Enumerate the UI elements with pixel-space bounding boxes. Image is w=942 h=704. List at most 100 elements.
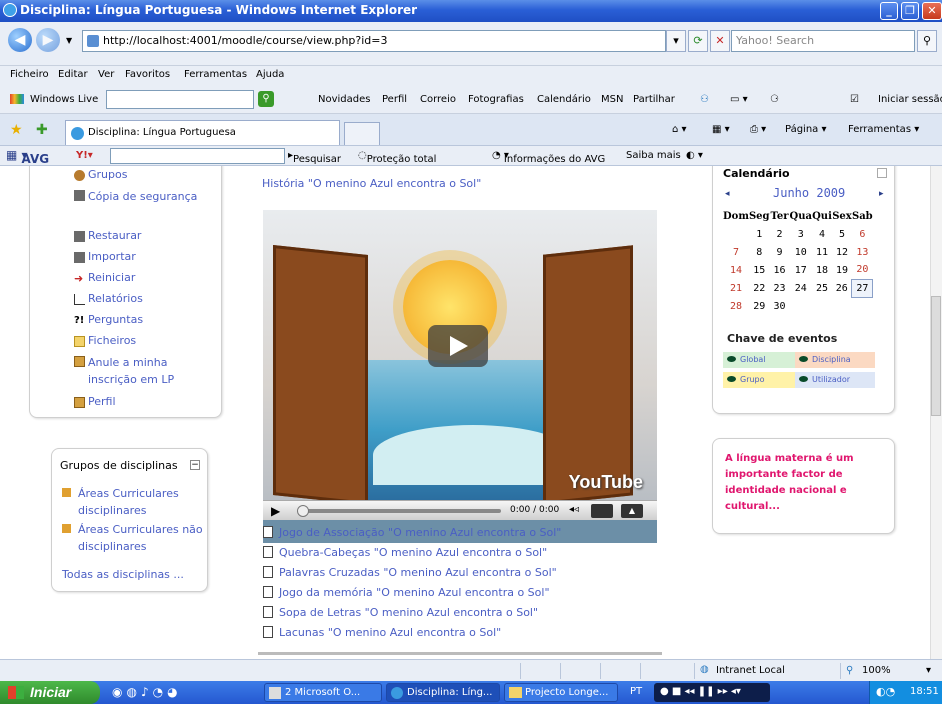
address-dropdown-icon[interactable]: ▾ <box>666 30 686 52</box>
avg-logo[interactable]: ▦ AVG ▾ <box>6 148 49 166</box>
history-dropdown-icon[interactable]: ▼ <box>66 36 72 45</box>
live-link-calendario[interactable]: Calendário <box>537 94 591 105</box>
video-play-overlay-icon[interactable] <box>428 325 488 367</box>
resource-link[interactable]: Jogo de Associação "O menino Azul encont… <box>263 526 561 539</box>
avg-search-input[interactable] <box>110 148 285 164</box>
media-player-bar[interactable]: ● ■ ◂◂ ❚❚ ▸▸ ◂▾ <box>654 683 770 702</box>
page-menu[interactable]: Página ▾ <box>785 124 827 135</box>
print-icon[interactable]: ⎙ ▾ <box>750 124 766 135</box>
home-icon[interactable]: ⌂ ▾ <box>672 124 687 135</box>
youtube-video-player[interactable]: YouTube ▶ 0:00 / 0:00 ◂◃ ▲ <box>263 210 657 543</box>
event-course[interactable]: Disciplina <box>799 355 851 364</box>
avg-protection[interactable]: ◌ Proteção total <box>358 150 436 165</box>
tools-menu[interactable]: Ferramentas ▾ <box>848 124 919 135</box>
admin-item-perfil[interactable]: Perfil <box>88 395 116 408</box>
all-courses-link[interactable]: Todas as disciplinas ... <box>62 568 184 581</box>
prev-month-icon[interactable]: ◂ <box>725 189 730 199</box>
resource-link[interactable]: Lacunas "O menino Azul encontra o Sol" <box>263 626 501 639</box>
live-search-input[interactable] <box>106 90 254 109</box>
resource-link[interactable]: Sopa de Letras "O menino Azul encontra o… <box>263 606 538 619</box>
admin-item-importar[interactable]: Importar <box>88 250 136 263</box>
fullscreen-icon[interactable]: ▲ <box>621 504 643 518</box>
favorites-star-icon[interactable]: ★ <box>10 122 23 138</box>
security-zone[interactable]: Intranet Local <box>716 665 785 676</box>
resize-icon[interactable] <box>591 504 613 518</box>
back-icon[interactable]: ◀ <box>8 28 32 52</box>
window-title-bar[interactable]: Disciplina: Língua Portuguesa - Windows … <box>0 0 942 22</box>
feeds-icon[interactable]: ▦ ▾ <box>712 124 730 135</box>
search-icon[interactable]: ⚲ <box>917 30 937 52</box>
task-button-active[interactable]: Disciplina: Líng... <box>386 683 500 702</box>
stop-icon[interactable]: ✕ <box>710 30 730 52</box>
calendar-day-today[interactable]: 27 <box>851 278 874 298</box>
admin-item-perguntas[interactable]: Perguntas <box>88 313 143 326</box>
admin-item-restaurar[interactable]: Restaurar <box>88 229 141 242</box>
resource-link[interactable]: Quebra-Cabeças "O menino Azul encontra o… <box>263 546 547 559</box>
live-contacts-icon[interactable]: ⚇ <box>700 94 709 105</box>
play-icon[interactable]: ▶ <box>271 504 280 518</box>
yahoo-icon[interactable]: Y!▾ <box>76 150 93 161</box>
volume-icon[interactable]: ◂◃ <box>569 504 579 515</box>
live-link-novidades[interactable]: Novidades <box>318 94 370 105</box>
new-tab-button[interactable] <box>344 122 380 145</box>
collapse-icon[interactable]: − <box>190 460 200 470</box>
live-link-msn[interactable]: MSN <box>601 94 623 105</box>
admin-item-ficheiros[interactable]: Ficheiros <box>88 334 136 347</box>
windows-live-label[interactable]: Windows Live <box>30 94 98 105</box>
menu-ficheiro[interactable]: Ficheiro <box>10 69 49 80</box>
course-group-item-1[interactable]: Áreas Curriculares disciplinares <box>78 485 203 519</box>
menu-ajuda[interactable]: Ajuda <box>256 69 284 80</box>
add-favorite-icon[interactable]: ✚ <box>36 122 48 138</box>
live-link-fotografias[interactable]: Fotografias <box>468 94 524 105</box>
avg-search-button[interactable]: ▸ Pesquisar <box>288 150 341 165</box>
scrollbar-thumb[interactable] <box>931 296 941 416</box>
address-input[interactable]: http://localhost:4001/moodle/course/view… <box>82 30 666 52</box>
start-button[interactable]: Iniciar <box>0 681 100 704</box>
maximize-button[interactable]: ❐ <box>901 2 919 20</box>
resource-link[interactable]: Jogo da memória "O menino Azul encontra … <box>263 586 550 599</box>
course-group-item-2[interactable]: Áreas Curriculares não disciplinares <box>78 521 203 555</box>
media-controls-icon[interactable]: ● ■ ◂◂ ❚❚ ▸▸ ◂▾ <box>660 686 741 697</box>
task-button[interactable]: Projecto Longe... <box>504 683 618 702</box>
live-link-perfil[interactable]: Perfil <box>382 94 407 105</box>
video-progress-bar[interactable] <box>301 509 501 513</box>
checkbox-icon[interactable]: ☑ <box>850 94 859 105</box>
live-signin-link[interactable]: Iniciar sessão <box>878 94 942 105</box>
forward-icon[interactable]: ▶ <box>36 28 60 52</box>
avg-extra-icon[interactable]: ◐ ▾ <box>686 150 703 161</box>
live-mail-icon[interactable]: ▭ ▾ <box>730 94 748 105</box>
avg-learn-more[interactable]: Saiba mais <box>626 150 681 161</box>
menu-ferramentas[interactable]: Ferramentas <box>184 69 247 80</box>
admin-item-reiniciar[interactable]: Reiniciar <box>88 271 135 284</box>
live-link-correio[interactable]: Correio <box>420 94 456 105</box>
search-input[interactable]: Yahoo! Search <box>731 30 915 52</box>
admin-item-anule[interactable]: Anule a minha inscrição em LP <box>88 354 198 388</box>
live-spaces-icon[interactable]: ⚆ <box>770 94 779 105</box>
admin-item-relatorios[interactable]: Relatórios <box>88 292 143 305</box>
minimize-button[interactable]: _ <box>880 2 898 20</box>
calendar-month[interactable]: Junho 2009 <box>773 186 845 200</box>
event-group[interactable]: Grupo <box>727 375 765 384</box>
refresh-icon[interactable]: ⟳ <box>688 30 708 52</box>
video-scrubber-handle[interactable] <box>297 505 309 517</box>
quick-launch-icons[interactable]: ◉◍♪◔◕ <box>112 685 182 699</box>
collapse-icon[interactable] <box>877 168 887 178</box>
next-month-icon[interactable]: ▸ <box>879 189 884 199</box>
avg-info[interactable]: ◔ Informações do AVG ▾ <box>492 150 605 165</box>
tab-active[interactable]: Disciplina: Língua Portuguesa <box>65 120 340 145</box>
task-button[interactable]: 2 Microsoft O... <box>264 683 382 702</box>
resource-link[interactable]: Palavras Cruzadas "O menino Azul encontr… <box>263 566 557 579</box>
live-link-partilhar[interactable]: Partilhar <box>633 94 675 105</box>
menu-ver[interactable]: Ver <box>98 69 114 80</box>
zoom-dropdown-icon[interactable]: ▾ <box>926 665 931 676</box>
menu-editar[interactable]: Editar <box>58 69 88 80</box>
event-global[interactable]: Global <box>727 355 766 364</box>
story-link[interactable]: História "O menino Azul encontra o Sol" <box>262 177 481 190</box>
close-button[interactable]: ✕ <box>922 2 942 20</box>
admin-item-grupos[interactable]: Grupos <box>88 168 127 181</box>
menu-favoritos[interactable]: Favoritos <box>125 69 170 80</box>
admin-item-copia[interactable]: Cópia de segurança <box>88 188 198 205</box>
event-user[interactable]: Utilizador <box>799 375 850 384</box>
zoom-level[interactable]: 100% <box>862 665 891 676</box>
live-search-icon[interactable]: ⚲ <box>258 91 274 107</box>
